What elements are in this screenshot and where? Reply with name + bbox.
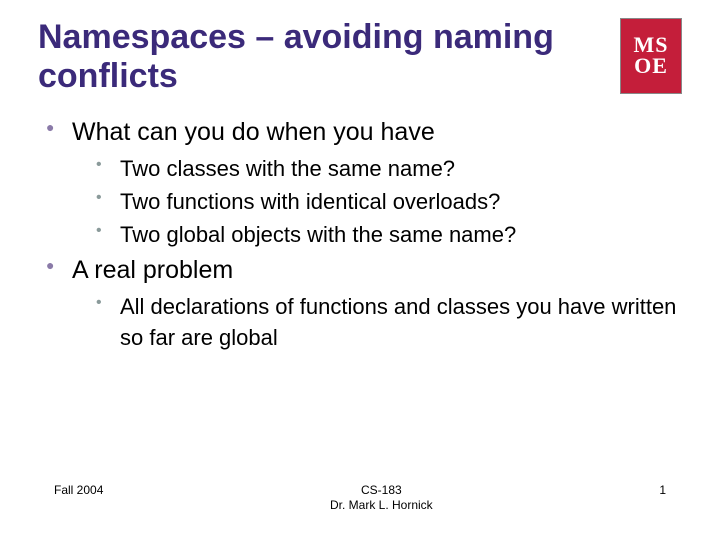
slide-content: What can you do when you have Two classe… [38,116,682,353]
list-item: A real problem All declarations of funct… [46,254,682,353]
list-item: All declarations of functions and classe… [96,292,682,354]
slide-title: Namespaces – avoiding naming conflicts [38,18,598,96]
list-item: Two classes with the same name? [96,154,682,185]
footer-course: CS-183 [330,483,433,499]
list-item: What can you do when you have Two classe… [46,116,682,250]
footer-center: CS-183 Dr. Mark L. Hornick [330,483,433,514]
list-item: Two functions with identical overloads? [96,187,682,218]
slide-footer: Fall 2004 CS-183 Dr. Mark L. Hornick 1 [0,483,720,514]
footer-page-number: 1 [659,483,666,514]
footer-left: Fall 2004 [54,483,103,514]
bullet-list: What can you do when you have Two classe… [46,116,682,353]
slide: Namespaces – avoiding naming conflicts M… [0,0,720,540]
footer-author: Dr. Mark L. Hornick [330,498,433,514]
bullet-text: A real problem [72,256,233,284]
logo-line2: OE [634,56,668,77]
sub-list: Two classes with the same name? Two func… [72,154,682,250]
sub-list: All declarations of functions and classe… [72,292,682,354]
list-item: Two global objects with the same name? [96,220,682,251]
title-row: Namespaces – avoiding naming conflicts M… [38,18,682,96]
bullet-text: What can you do when you have [72,118,435,146]
msoe-logo: MS OE [620,18,682,94]
